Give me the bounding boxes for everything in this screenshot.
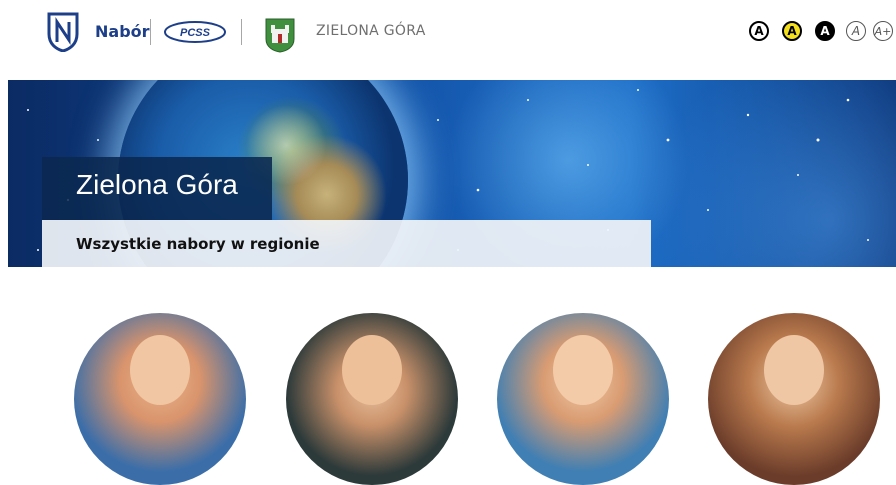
site-header: Nabór PCSS ZIELONA GÓRA A A A A A+ [0,0,896,80]
pcss-logo-text: PCSS [180,27,211,39]
contrast-yellow-button[interactable]: A [782,21,802,41]
contrast-default-button[interactable]: A [749,21,769,41]
brand-name[interactable]: Nabór [95,22,150,41]
nabor-shield-logo-icon[interactable] [46,12,80,52]
hero-banner: Zielona Góra Wszystkie nabory w regionie [8,80,896,267]
font-size-normal-button[interactable]: A [846,21,866,41]
student-photo [764,335,824,405]
page-subtitle: Wszystkie nabory w regionie [76,235,320,253]
child-photo [130,335,190,405]
city-name: ZIELONA GÓRA [316,23,426,39]
child-photo [553,335,613,405]
font-size-larger-button[interactable]: A+ [873,21,893,41]
pcss-logo-icon[interactable]: PCSS [163,20,227,44]
header-divider [241,19,242,45]
contrast-black-button[interactable]: A [815,21,835,41]
category-nursery[interactable] [74,313,246,485]
category-secondary-school[interactable] [708,313,880,485]
header-divider [150,19,151,45]
child-photo [342,335,402,405]
category-preschool[interactable] [286,313,458,485]
city-crest-icon [265,18,295,53]
category-primary-school[interactable] [497,313,669,485]
banner-title-box: Zielona Góra [42,157,272,220]
page-title: Zielona Góra [76,169,238,200]
banner-subtitle-box: Wszystkie nabory w regionie [42,220,651,267]
